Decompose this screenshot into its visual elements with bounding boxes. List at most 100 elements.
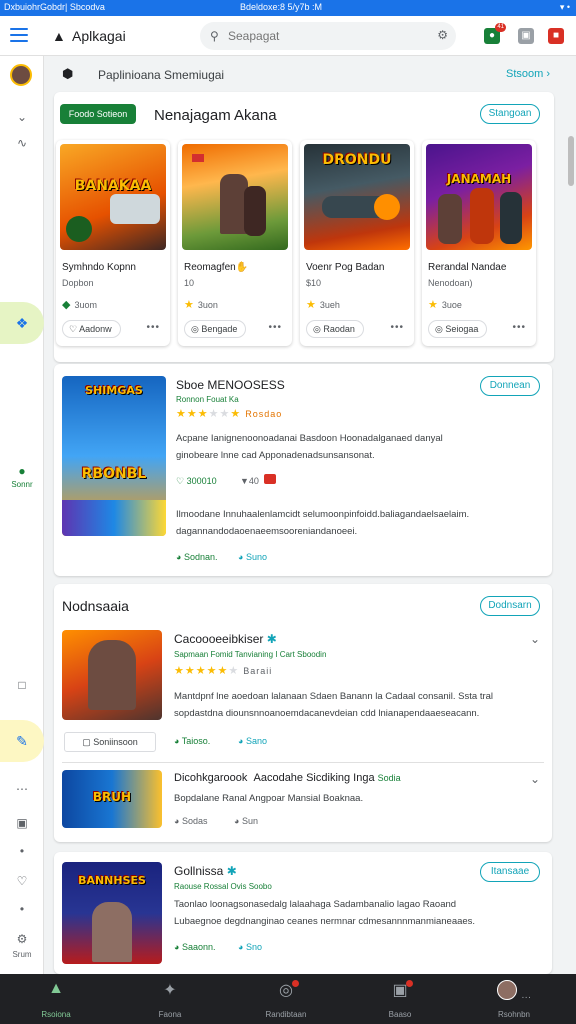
list-item-art: BANNHSES [62,862,162,964]
list-item-price[interactable]: ◕ Taioso. [174,736,210,746]
spotlight-footer-right[interactable]: ◕ Suno [238,552,267,562]
pin-icon[interactable]: • [0,902,44,916]
scrollbar[interactable] [568,126,574,376]
featured-button[interactable]: Stangoan [480,104,540,124]
chevron-down-icon[interactable]: ⌄ [530,772,540,786]
chevron-down-icon[interactable]: ⌄ [530,632,540,646]
spotlight-desc-3: Ilmoodane Innuhaalenlamcidt selumoonpinf… [176,509,470,520]
nav-item-books[interactable]: ▣ Baaso [360,980,440,1019]
list-item-button[interactable]: Itansaae [480,862,540,882]
game-sub: 10 [184,278,195,288]
list-item-price[interactable]: ◕ Saaonn. [174,942,215,952]
search-input[interactable] [228,26,418,46]
wave-icon[interactable]: ∿ [0,136,44,150]
list-item-desc: Bopdalane Ranal Angpoar Mansial Boaknaa. [174,793,364,804]
game-name: Symhndo Kopnn [62,262,136,273]
profile-icon[interactable]: ♡ [0,874,44,888]
game-action[interactable]: ♡ Aadonw [62,320,121,338]
list-item-art-text: BANNHSES [78,874,146,887]
rail-item-explore[interactable]: ❖ [0,302,44,344]
list-item-card[interactable]: BANNHSES Gollnissa ✱ Raouse Rossal Ovis … [54,852,552,974]
section-row-title: Paplinioana Smemiugai [98,68,225,82]
list-item-price[interactable]: ◕ Sodas [174,816,207,826]
spotlight-footer-left[interactable]: ◕ Sodnan. [176,552,217,562]
account-button[interactable]: ■ [548,28,564,44]
see-more-link[interactable]: Stsoom › [506,68,550,80]
list-item-desc-2: Lubaegnoe degdnanginao ceanes nermnar cd… [174,916,476,927]
game-art: BANAKAA [60,144,166,250]
app-logo: ▲ [52,28,66,44]
more-icon[interactable]: ••• [512,322,526,333]
library-icon: ▣ [521,30,531,41]
list-item-action[interactable]: ▢ Soniinsoon [64,732,156,752]
calendar-icon[interactable]: □ [0,678,44,692]
list-item-tag[interactable]: ◕ Sno [238,942,262,952]
nav-label: Randibtaan [265,1010,307,1019]
spotlight-art-bottom: RBONBL [81,466,147,482]
game-art-text: JANAMAH [446,172,512,186]
rail-game-icon[interactable]: ● [0,464,44,478]
settings-icon[interactable]: ⚙ [0,932,44,946]
more-icon[interactable]: ••• [268,322,282,333]
game-action[interactable]: ◎ Raodan [306,320,364,338]
chevron-down-icon[interactable]: ⌄ [0,110,44,124]
rail-item-chat[interactable]: ✎ [0,720,44,762]
list-item-tag[interactable]: ◕ Sun [234,816,258,826]
star-icon: ★ [306,299,316,311]
section-title: Nodnsaaia [62,598,129,614]
game-sub: Nenodoan) [428,278,473,288]
dot-icon[interactable]: • [0,844,44,858]
game-name: Reomagfen✋ [184,262,249,273]
navigation-rail: ⌄ ∿ ❖ ● Sonnr □ ✎ ⋯ ▣ • ♡ • ⚙ Srum [0,56,44,974]
featured-chip[interactable]: Foodo Sotieon [60,104,136,124]
list-item-art: BRUH [62,770,162,828]
video-icon[interactable] [264,474,276,484]
game-card[interactable]: BANAKAA Symhndo Kopnn Dopbon ◆ 3uom ♡ Aad… [56,140,170,346]
section-button[interactable]: Dodnsarn [480,596,540,616]
edit-icon[interactable]: ▣ [0,816,44,830]
trophy-icon: ◆ [62,299,71,311]
menu-icon[interactable] [10,28,28,42]
game-rating: ◆ 3uom [62,299,97,311]
more-icon[interactable]: ••• [390,322,404,333]
game-rating: ★ 3uon [184,299,218,311]
more-icon[interactable]: ⋯ [0,782,44,796]
books-icon: ▣ [360,980,440,1002]
nav-item-games[interactable]: ✦ Faona [130,980,210,1019]
notifications-button[interactable]: ● 41 [484,23,506,44]
app-title: Aplkagai [72,28,126,44]
library-button[interactable]: ▣ [518,28,534,44]
bell-icon: ● [488,30,496,41]
spotlight-button[interactable]: Donnean [480,376,540,396]
nav-item-profile[interactable]: ··· Rsohnbn [474,980,554,1019]
list-item-art-text: BRUH [92,790,132,804]
rail-bottom-label: Srum [12,950,32,959]
game-card[interactable]: JANAMAH Rerandal Nandae Nenodoan) ★ 3uoe … [422,140,536,346]
game-card[interactable]: DRONDU Voenr Pog Badan $10 ★ 3ueh ◎ Raoda… [300,140,414,346]
spotlight-art-top: SHIMGAS [85,384,143,397]
search-icon: ⚲ [210,29,219,43]
game-action[interactable]: ◎ Bengade [184,320,247,338]
search-bar[interactable]: ⚲ ⚙ [200,22,456,50]
nav-label: Rsohnbn [497,1010,531,1019]
list-item-art [62,630,162,720]
list-item-title: Gollnissa ✱ [174,864,237,878]
list-item-tag[interactable]: ◕ Sano [238,736,267,746]
nav-item-apps[interactable]: ◎ Randibtaan [246,980,326,1019]
game-sub: $10 [306,278,322,288]
section-card: Nodnsaaia Dodnsarn Cacoooeeibkiser ✱ Sap… [54,584,552,842]
main-content: ⬢ Paplinioana Smemiugai Stsoom › Foodo S… [44,56,576,974]
avatar[interactable] [10,64,32,86]
app-bar: ▲ Aplkagai ⚲ ⚙ ● 41 ▣ ■ [0,16,576,56]
rating-stars: ★★★★★★ Baraii [174,665,273,677]
game-card[interactable]: Reomagfen✋ 10 ★ 3uon ◎ Bengade ••• [178,140,292,346]
status-left: Dxbuiohr​Gobdr| Sbcodva [4,2,105,12]
more-icon[interactable]: ••• [146,322,160,333]
chat-icon: ✎ [16,733,28,749]
game-name: Voenr Pog Badan [306,262,385,273]
game-action[interactable]: ◎ Seiogaa [428,320,488,338]
voice-icon[interactable]: ⚙ [437,28,448,42]
spotlight-card[interactable]: SHIMGAS RBONBL Sboe MENOOSESS Ronnon Fou… [54,364,552,576]
nav-item-home[interactable]: ▲ Rsoiona [16,980,96,1019]
status-center: Bdeldoxe:8 5/y7b :M [240,2,323,12]
